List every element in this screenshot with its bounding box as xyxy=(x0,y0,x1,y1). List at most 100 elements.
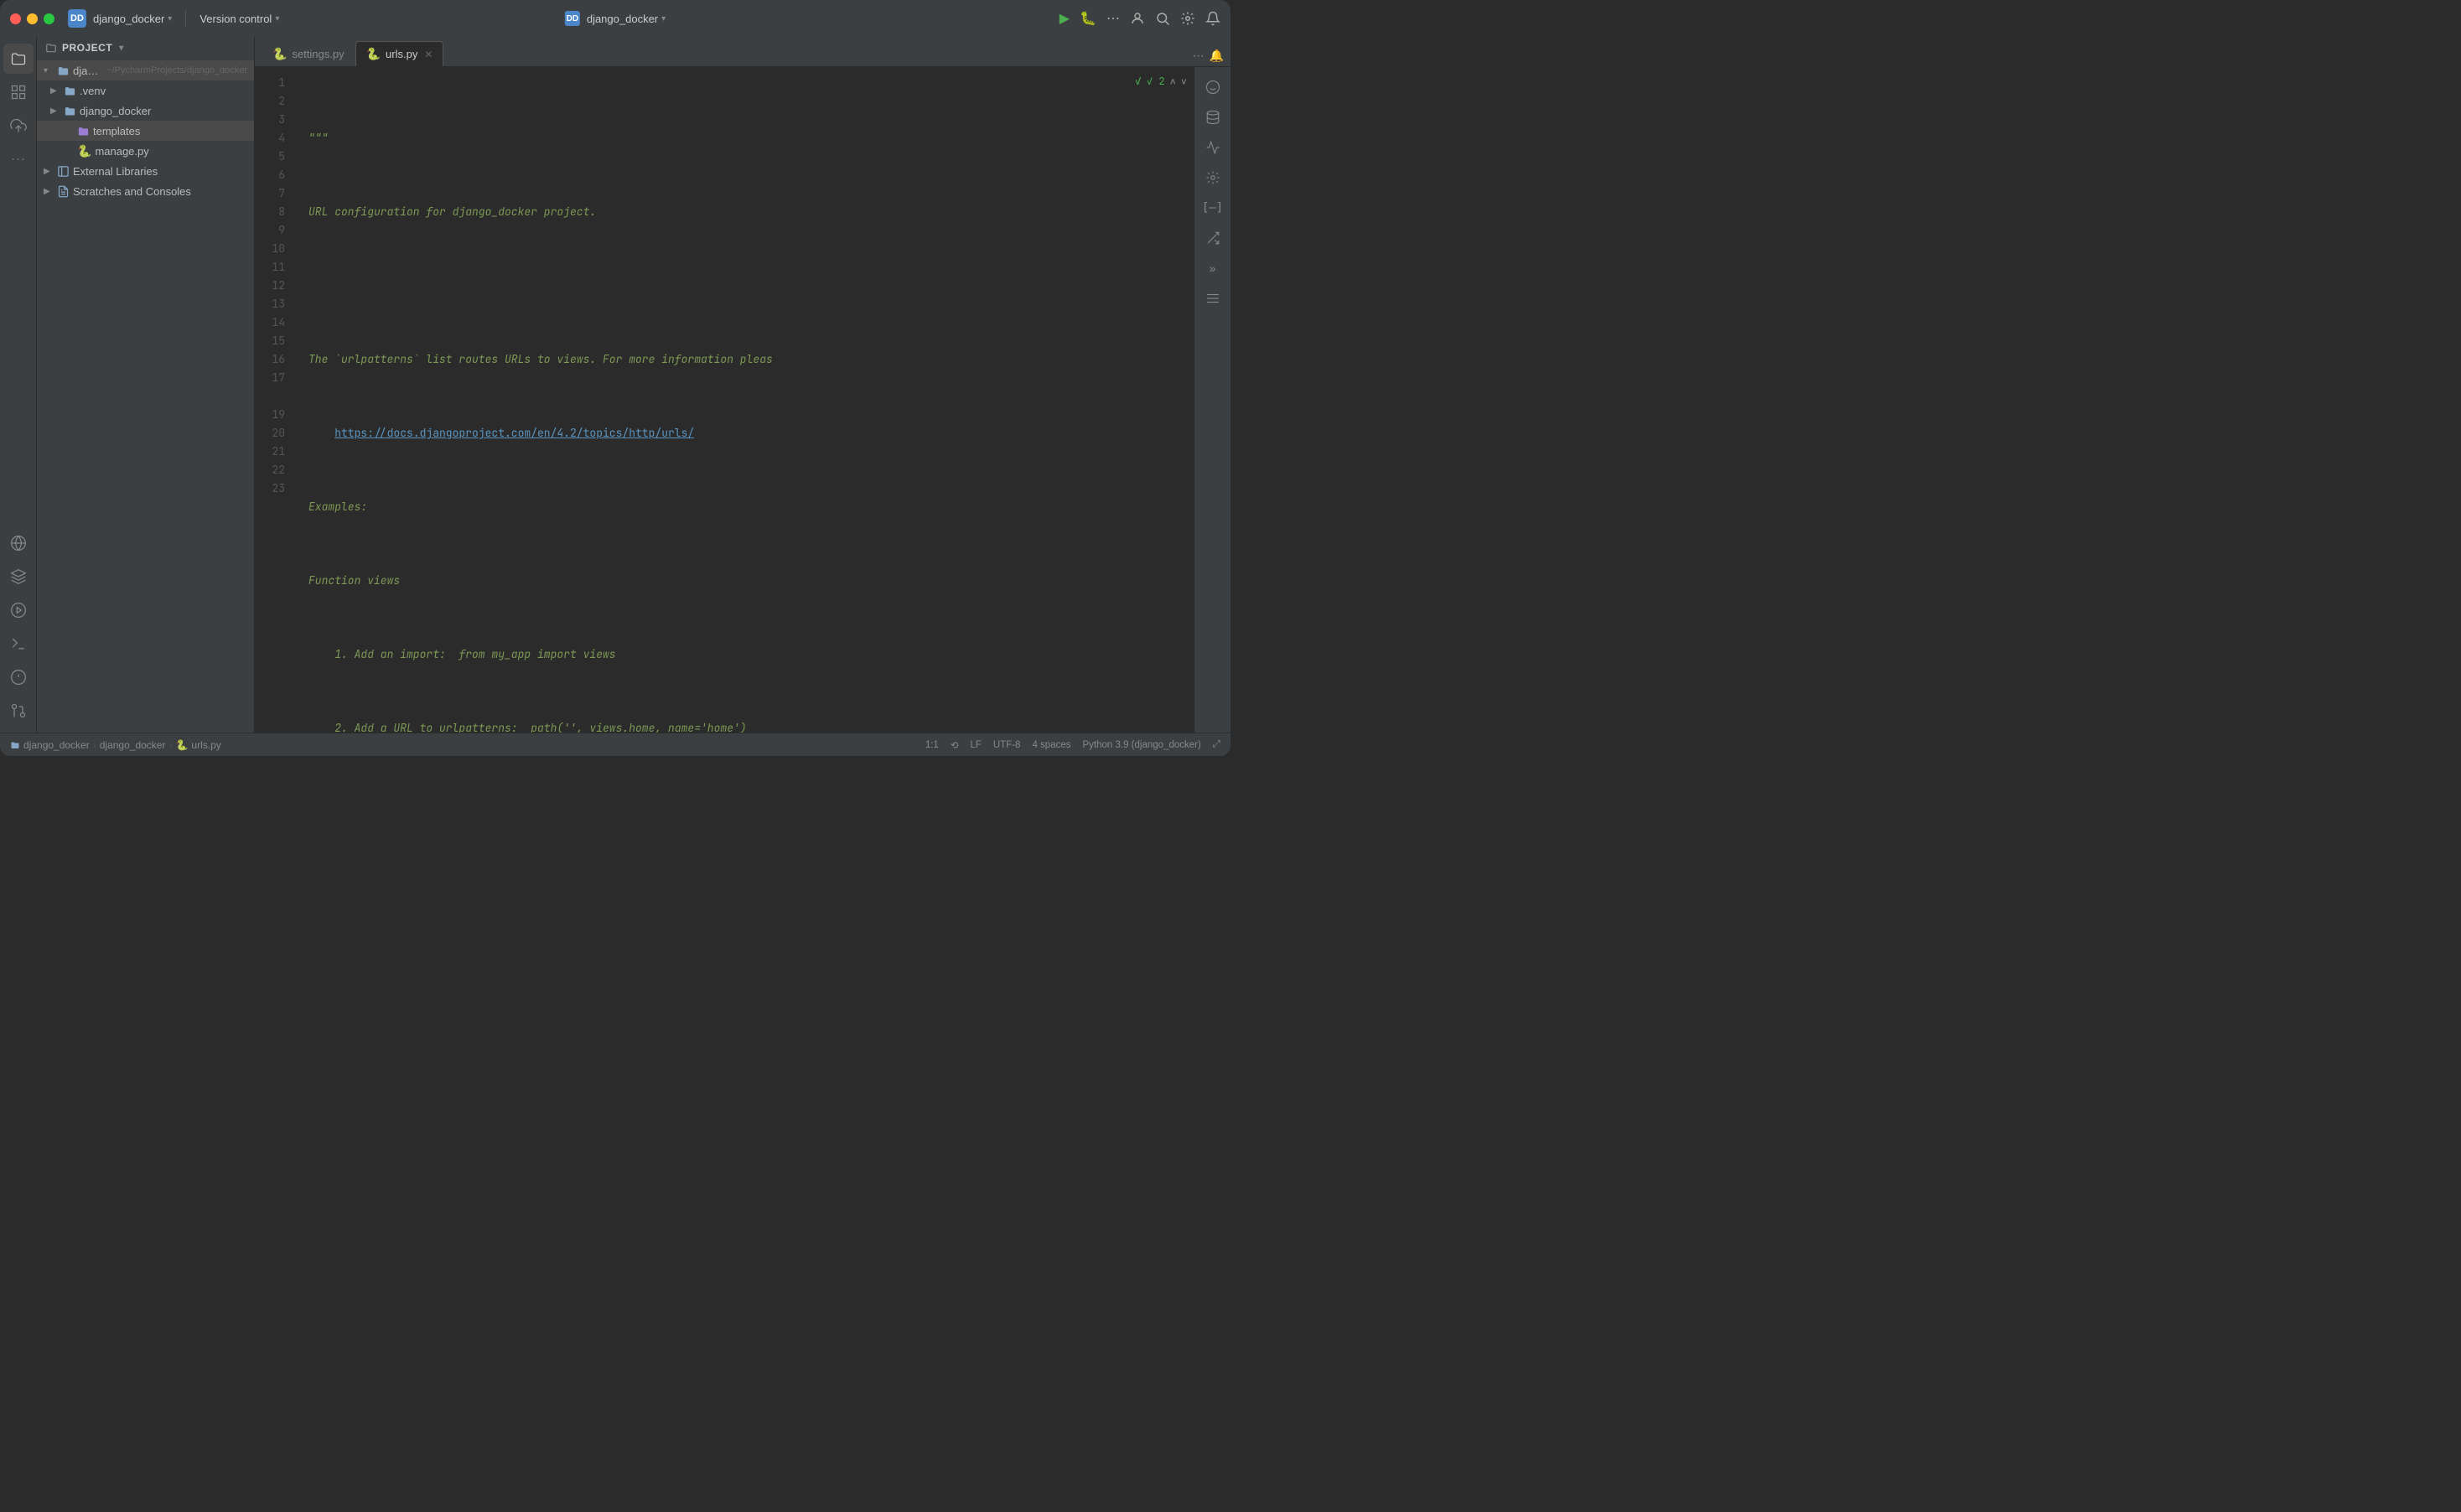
structure-icon[interactable] xyxy=(1199,285,1226,312)
debug-icon[interactable]: 🐛 xyxy=(1080,10,1096,27)
tree-item-root-path: ~/PycharmProjects/django_docker xyxy=(106,65,247,75)
database-icon[interactable] xyxy=(1199,104,1226,131)
urls-py-tab-label: urls.py xyxy=(386,48,417,60)
code-editor[interactable]: """ URL configuration for django_docker … xyxy=(295,67,1194,733)
tree-item-root[interactable]: ▾ django_docker ~/PycharmProjects/django… xyxy=(37,60,254,80)
tree-item-venv-name: .venv xyxy=(80,85,247,97)
minimize-button[interactable] xyxy=(27,13,38,24)
code-line-1: """ xyxy=(308,129,1194,148)
activity-terminal-icon[interactable] xyxy=(3,629,34,659)
breadcrumb-sep-2: › xyxy=(168,739,172,751)
search-icon[interactable] xyxy=(1155,11,1170,26)
sidebar-chevron-icon: ▾ xyxy=(119,44,124,53)
activity-warning-icon[interactable] xyxy=(3,662,34,692)
code-line-5: https://docs.djangoproject.com/en/4.2/to… xyxy=(308,424,1194,443)
account-icon[interactable] xyxy=(1130,11,1145,26)
center-project-dropdown[interactable]: django_docker ▾ xyxy=(587,13,666,25)
manage-py-icon: 🐍 xyxy=(77,144,91,158)
tree-item-scratches-name: Scratches and Consoles xyxy=(73,185,247,198)
analytics-icon[interactable] xyxy=(1199,134,1226,161)
activity-layers-icon[interactable] xyxy=(3,562,34,592)
tree-item-ext-libs-name: External Libraries xyxy=(73,165,247,178)
code-container[interactable]: 1 2 3 4 5 6 7 8 9 10 11 12 13 xyxy=(255,67,1194,733)
tab-close-icon[interactable]: ✕ xyxy=(424,49,433,60)
project-chevron-icon: ▾ xyxy=(168,14,172,23)
breadcrumb-root[interactable]: django_docker xyxy=(23,739,90,751)
encoding-icon[interactable]: ⟲ xyxy=(951,739,959,751)
titlebar-left: DD django_docker ▾ Version control ▾ xyxy=(68,9,279,28)
activity-package-icon[interactable] xyxy=(3,111,34,141)
arrow-icon: ▾ xyxy=(44,66,54,75)
activity-play-icon[interactable] xyxy=(3,595,34,625)
encoding[interactable]: UTF-8 xyxy=(993,740,1021,750)
settings2-icon[interactable] xyxy=(1199,164,1226,191)
tab-bar: 🐍 settings.py 🐍 urls.py ✕ ⋯ 🔔 xyxy=(255,37,1230,67)
activity-grid-icon[interactable] xyxy=(3,77,34,107)
ai-assistant-icon[interactable] xyxy=(1199,74,1226,101)
gutter-up-icon[interactable]: ∧ xyxy=(1170,72,1176,91)
vc-chevron-icon: ▾ xyxy=(275,14,279,23)
urls-py-tab-icon: 🐍 xyxy=(366,47,381,61)
version-control-dropdown[interactable]: Version control ▾ xyxy=(199,13,279,25)
check-count: ✓ 2 xyxy=(1147,72,1165,91)
tree-item-external-libs[interactable]: ▶ External Libraries xyxy=(37,161,254,181)
close-button[interactable] xyxy=(10,13,21,24)
line-ending[interactable]: LF xyxy=(970,740,981,750)
tab-urls-py[interactable]: 🐍 urls.py ✕ xyxy=(355,41,444,66)
run-button[interactable]: ▶ xyxy=(1060,10,1070,27)
code-line-2: URL configuration for django_docker proj… xyxy=(308,203,1194,221)
activity-folder-icon[interactable] xyxy=(3,44,34,74)
tab-notification-icon[interactable]: 🔔 xyxy=(1210,49,1224,63)
project-name-dropdown[interactable]: django_docker ▾ xyxy=(93,13,172,25)
tab-settings-py[interactable]: 🐍 settings.py xyxy=(262,41,355,66)
activity-git-icon[interactable] xyxy=(3,696,34,726)
sidebar-header: Project ▾ xyxy=(37,37,254,59)
pkg-arrow-icon: ▶ xyxy=(50,106,60,116)
expand-icon[interactable]: » xyxy=(1199,255,1226,282)
status-bar-left: django_docker › django_docker › 🐍 urls.p… xyxy=(10,739,221,751)
root-folder-icon xyxy=(57,65,70,77)
diff-icon[interactable] xyxy=(1199,225,1226,251)
tree-item-templates[interactable]: ▶ templates xyxy=(37,121,254,141)
activity-web-icon[interactable] xyxy=(3,528,34,558)
traffic-lights xyxy=(10,13,54,24)
center-project-badge: DD xyxy=(565,11,580,26)
status-bar-right: 1:1 ⟲ LF UTF-8 4 spaces Python 3.9 (djan… xyxy=(925,739,1220,751)
tree-item-venv[interactable]: ▶ .venv xyxy=(37,80,254,101)
center-project-label: django_docker xyxy=(587,13,658,25)
tree-item-root-name: django_docker xyxy=(73,65,100,77)
breadcrumb-py-icon: 🐍 xyxy=(175,739,188,751)
settings-icon[interactable] xyxy=(1180,11,1195,26)
sidebar: Project ▾ ▾ django_docker ~/PycharmProje… xyxy=(37,37,255,733)
code-line-4: The `urlpatterns` list routes URLs to vi… xyxy=(308,350,1194,369)
more-options-button[interactable]: ⋯ xyxy=(1106,10,1120,27)
editor-area: 🐍 settings.py 🐍 urls.py ✕ ⋯ 🔔 xyxy=(255,37,1230,733)
tree-item-scratches[interactable]: ▶ Scratches and Consoles xyxy=(37,181,254,201)
venv-arrow-icon: ▶ xyxy=(50,86,60,96)
indent[interactable]: 4 spaces xyxy=(1032,740,1070,750)
breadcrumb-folder-icon xyxy=(10,740,20,750)
titlebar-right: ▶ 🐛 ⋯ xyxy=(1060,10,1220,27)
python-version[interactable]: Python 3.9 (django_docker) xyxy=(1083,740,1201,750)
maximize-button[interactable] xyxy=(44,13,54,24)
activity-more-icon[interactable]: ⋯ xyxy=(3,144,34,174)
cursor-position[interactable]: 1:1 xyxy=(925,740,939,750)
tree-item-pkg[interactable]: ▶ django_docker xyxy=(37,101,254,121)
notification-icon[interactable] xyxy=(1205,11,1220,26)
breadcrumb-pkg[interactable]: django_docker xyxy=(100,739,166,751)
tab-more-icon[interactable]: ⋯ xyxy=(1193,49,1205,63)
ext-libs-icon xyxy=(57,165,70,178)
breadcrumb-sep-1: › xyxy=(93,739,96,751)
project-name-label: django_docker xyxy=(93,13,164,25)
sidebar-folder-icon xyxy=(45,42,57,54)
tree-item-manage-py[interactable]: ▶ 🐍 manage.py xyxy=(37,141,254,161)
breadcrumb-file[interactable]: urls.py xyxy=(191,739,220,751)
main-content: ⋯ xyxy=(0,37,1230,733)
expand-status-icon[interactable]: ⤢ xyxy=(1213,739,1220,750)
bracket-icon[interactable]: [–] xyxy=(1199,194,1226,221)
line-numbers: 1 2 3 4 5 6 7 8 9 10 11 12 13 xyxy=(255,67,295,733)
check-icon: ✓ xyxy=(1135,72,1142,91)
editor-main: 1 2 3 4 5 6 7 8 9 10 11 12 13 xyxy=(255,67,1230,733)
activity-bar-top: ⋯ xyxy=(3,44,34,174)
gutter-down-icon[interactable]: ∨ xyxy=(1181,72,1187,91)
